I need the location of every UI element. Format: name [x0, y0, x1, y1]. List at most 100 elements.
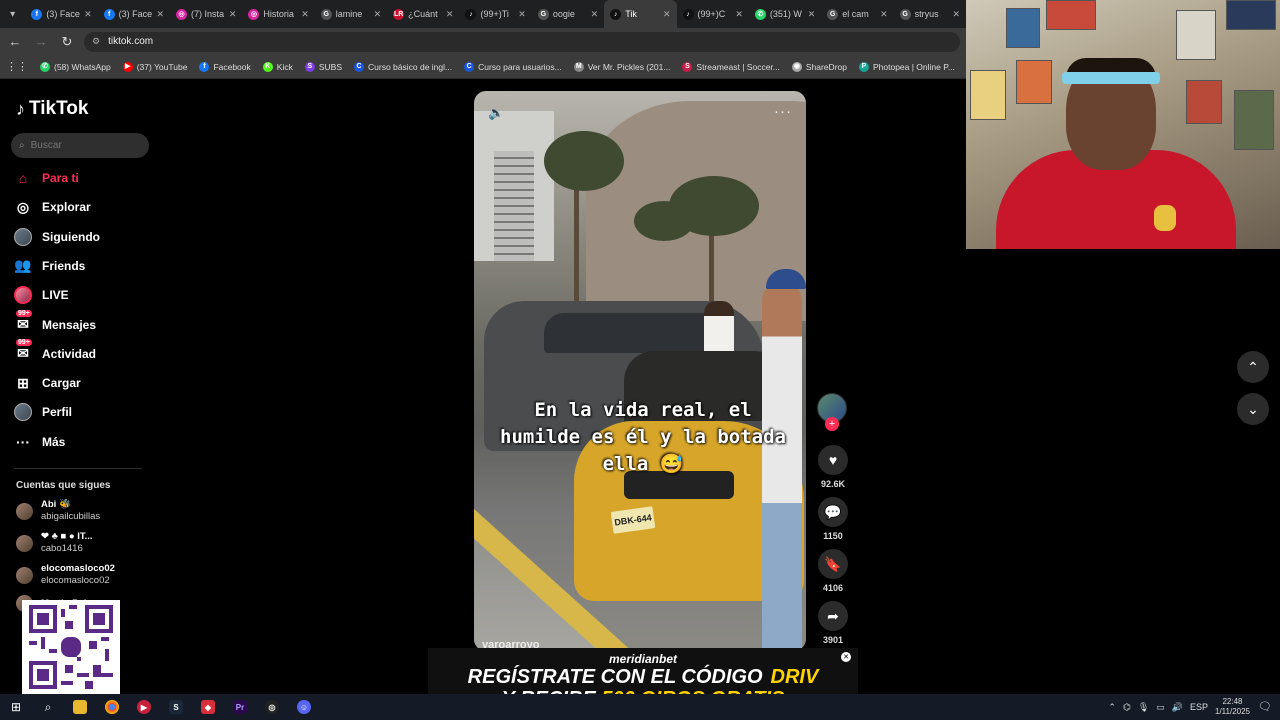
- tab-close-icon[interactable]: ✕: [301, 9, 309, 20]
- apps-icon[interactable]: ⋮⋮: [6, 60, 28, 73]
- tray-chevron-icon[interactable]: ⌃: [1108, 702, 1116, 713]
- browser-tab[interactable]: ♪ (99+)Ti ✕: [459, 0, 531, 28]
- nav-item-cargar[interactable]: ⊞ Cargar: [14, 374, 81, 392]
- tab-close-icon[interactable]: ✕: [84, 9, 92, 20]
- bookmark-item[interactable]: S SUBS: [304, 61, 342, 72]
- tab-close-icon[interactable]: ✕: [518, 9, 526, 20]
- obs-icon[interactable]: ◎: [256, 694, 288, 720]
- browser-tab[interactable]: Glamine ✕: [315, 0, 387, 28]
- search-box[interactable]: ⌕: [11, 133, 149, 158]
- like-action[interactable]: ♥ 92.6K: [817, 445, 849, 489]
- next-video-button[interactable]: ⌄: [1237, 393, 1269, 425]
- save-action[interactable]: 🔖 4106: [817, 549, 849, 593]
- more-options-icon[interactable]: ···: [774, 103, 792, 120]
- tab-title: stryus: [914, 9, 939, 19]
- browser-tab[interactable]: ♪ (99+)C ✕: [677, 0, 749, 28]
- bookmark-item[interactable]: K Kick: [262, 61, 293, 72]
- file-explorer-icon[interactable]: [64, 694, 96, 720]
- network-icon[interactable]: ⌬: [1123, 702, 1131, 713]
- browser-tab[interactable]: f (3) Face ✕: [25, 0, 97, 28]
- nav-item-perfil[interactable]: Perfil: [14, 403, 72, 422]
- browser-tab[interactable]: ◎ Historia ✕: [242, 0, 314, 28]
- notifications-icon[interactable]: 🗨: [1258, 700, 1272, 713]
- back-button[interactable]: ←: [6, 33, 24, 51]
- nav-item-más[interactable]: ··· Más: [14, 433, 65, 451]
- share-action[interactable]: ➦ 3901: [817, 601, 849, 645]
- nav-item-para-ti[interactable]: ⌂ Para ti: [14, 169, 79, 187]
- browser-tab[interactable]: ✆ (351) W ✕: [749, 0, 821, 28]
- tab-close-icon[interactable]: ✕: [156, 9, 164, 20]
- forward-button[interactable]: →: [32, 33, 50, 51]
- following-account[interactable]: elocomasloco02 elocomasloco02: [16, 563, 115, 587]
- chrome-icon[interactable]: [96, 694, 128, 720]
- nav-item-mensajes[interactable]: ✉ 99+ Mensajes: [14, 309, 96, 334]
- reload-button[interactable]: ↻: [58, 33, 76, 51]
- nav-item-actividad[interactable]: ✉ 99+ Actividad: [14, 338, 96, 363]
- bookmark-item[interactable]: C Curso para usuarios...: [464, 61, 562, 72]
- tab-close-icon[interactable]: ✕: [952, 9, 960, 20]
- tab-close-icon[interactable]: ✕: [374, 9, 382, 20]
- follow-plus-icon[interactable]: +: [825, 417, 839, 431]
- tab-search-button[interactable]: ▾: [0, 0, 25, 28]
- nav-item-live[interactable]: LIVE: [14, 286, 69, 305]
- bookmark-label: Kick: [276, 61, 293, 72]
- bookmark-item[interactable]: P Photopea | Online P...: [858, 61, 955, 72]
- comment-icon[interactable]: 💬: [818, 497, 848, 527]
- language-indicator[interactable]: ESP: [1190, 702, 1208, 712]
- bookmark-item[interactable]: ◉ ShareDrop: [791, 61, 847, 72]
- bookmark-icon[interactable]: 🔖: [818, 549, 848, 579]
- browser-tab[interactable]: f (3) Face ✕: [98, 0, 170, 28]
- bookmark-item[interactable]: C Curso básico de ingl...: [354, 61, 452, 72]
- discord-icon[interactable]: ☺: [288, 694, 320, 720]
- steam-icon[interactable]: S: [160, 694, 192, 720]
- browser-tab[interactable]: Gstryus ✕: [894, 0, 966, 28]
- share-icon[interactable]: ➦: [818, 601, 848, 631]
- bookmark-item[interactable]: S Streameast | Soccer...: [682, 61, 780, 72]
- tab-close-icon[interactable]: ✕: [229, 9, 237, 20]
- streaming-app-icon[interactable]: ◆: [192, 694, 224, 720]
- bell-icon: ✉ 99+: [16, 338, 32, 362]
- video-player[interactable]: DBK-644 🔈 ··· En la vida real, el humild…: [474, 91, 806, 651]
- tab-close-icon[interactable]: ✕: [808, 9, 816, 20]
- tiktok-logo[interactable]: ♪ TikTok: [16, 98, 88, 120]
- bookmark-item[interactable]: f Facebook: [199, 61, 251, 72]
- tab-close-icon[interactable]: ✕: [446, 9, 454, 20]
- volume-icon[interactable]: 🔈: [488, 105, 504, 121]
- browser-tab[interactable]: Googie ✕: [532, 0, 604, 28]
- tab-close-icon[interactable]: ✕: [880, 9, 888, 20]
- search-input[interactable]: [30, 140, 131, 151]
- bookmark-item[interactable]: ▶ (37) YouTube: [122, 61, 187, 72]
- premiere-icon[interactable]: Pr: [224, 694, 256, 720]
- tab-close-icon[interactable]: ✕: [663, 9, 671, 20]
- following-account[interactable]: Abi 🐝 abigailcubillas: [16, 499, 100, 523]
- nav-item-explorar[interactable]: ◎ Explorar: [14, 198, 91, 216]
- media-player-icon[interactable]: ▶: [128, 694, 160, 720]
- browser-tab[interactable]: ♪ Tik ✕: [604, 0, 677, 28]
- bookmark-favicon-icon: ◉: [791, 61, 802, 72]
- volume-tray-icon[interactable]: 🔊: [1172, 702, 1183, 713]
- heart-icon[interactable]: ♥: [818, 445, 848, 475]
- nav-item-friends[interactable]: 👥 Friends: [14, 257, 85, 275]
- comment-action[interactable]: 💬 1150: [817, 497, 849, 541]
- site-info-icon[interactable]: ⚙: [92, 36, 100, 47]
- mic-icon[interactable]: 🎙: [1138, 702, 1149, 713]
- browser-tab[interactable]: Gel cam ✕: [821, 0, 893, 28]
- windows-start-icon[interactable]: ⊞: [0, 694, 32, 720]
- following-account[interactable]: ❤ ♣ ■ ● IT... cabo1416: [16, 531, 93, 555]
- tiktok-note-icon: ♪: [16, 98, 25, 119]
- ad-close-icon[interactable]: ✕: [841, 652, 851, 662]
- bookmark-item[interactable]: ✆ (58) WhatsApp: [40, 61, 111, 72]
- nav-item-siguiendo[interactable]: Siguiendo: [14, 227, 100, 246]
- address-bar[interactable]: ⚙ tiktok.com: [84, 31, 960, 52]
- previous-video-button[interactable]: ⌃: [1237, 351, 1269, 383]
- tab-favicon-icon: LR: [393, 8, 405, 20]
- browser-tab[interactable]: ◎ (7) Insta ✕: [170, 0, 242, 28]
- bookmark-item[interactable]: M Ver Mr. Pickles (201...: [573, 61, 670, 72]
- taskbar-search-icon[interactable]: ⌕: [32, 694, 64, 720]
- tab-close-icon[interactable]: ✕: [591, 9, 599, 20]
- clock[interactable]: 22:48 1/11/2025: [1215, 697, 1250, 717]
- tab-close-icon[interactable]: ✕: [735, 9, 743, 20]
- browser-toolbar: ← → ↻ ⚙ tiktok.com: [0, 28, 966, 55]
- display-icon[interactable]: ▭: [1156, 702, 1165, 713]
- browser-tab[interactable]: LR ¿Cuánt ✕: [387, 0, 459, 28]
